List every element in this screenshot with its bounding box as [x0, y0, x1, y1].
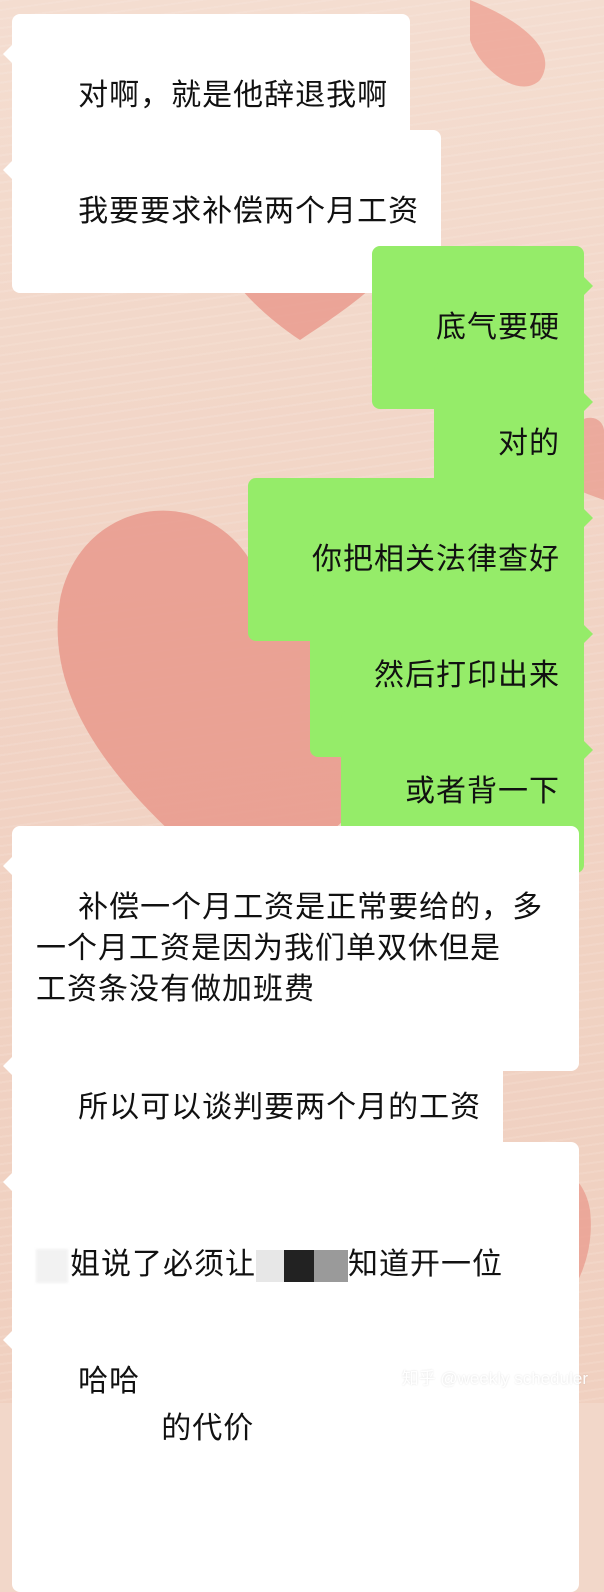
chat-thread: 对啊，就是他辞退我啊 我要要求补偿两个月工资 底气要硬 对的 你把相关法律查好 … — [0, 0, 604, 1592]
message-text: 底气要硬 — [436, 310, 560, 345]
message-text-line: 姐说了必须让 知道开一位 — [36, 1244, 557, 1285]
message-text: 然后打印出来 — [374, 658, 560, 693]
watermark-text: 知乎 @weekly scheduler — [401, 1369, 588, 1388]
message-text: 我要要求补偿两个月工资 — [78, 194, 420, 229]
message-text: 补偿一个月工资是正常要给的，多 一个月工资是因为我们单双休但是 工资条没有做加班… — [36, 890, 544, 1007]
message-text: 你把相关法律查好 — [312, 542, 560, 577]
redaction-block — [256, 1249, 284, 1282]
message-text: 所以可以谈判要两个月的工资 — [78, 1090, 482, 1125]
message-text: 哈哈 — [78, 1364, 141, 1399]
message-text: 对的 — [498, 426, 560, 461]
redaction-block — [284, 1249, 314, 1282]
message-text: 知道开一位 — [348, 1247, 503, 1282]
message-text: 对啊，就是他辞退我啊 — [78, 78, 389, 113]
redaction-block — [36, 1248, 68, 1283]
message-text: 或者背一下 — [405, 774, 560, 809]
message-text: 姐说了必须让 — [70, 1247, 256, 1282]
redaction-block — [314, 1249, 348, 1282]
incoming-message[interactable]: 哈哈 — [2, 1300, 163, 1463]
